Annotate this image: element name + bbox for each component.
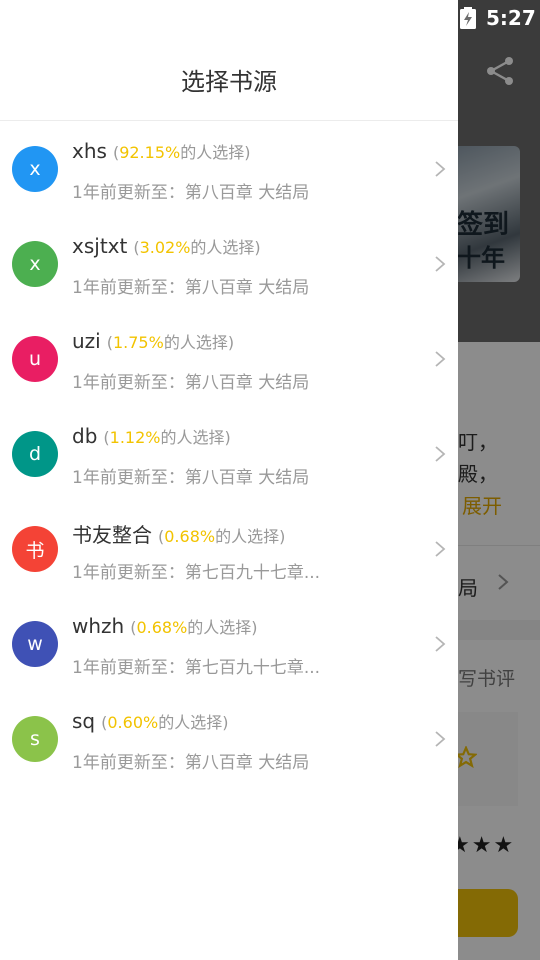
source-name: sq xyxy=(72,709,96,733)
source-selection-rate: (1.12%的人选择) xyxy=(103,428,230,447)
chevron-right-icon xyxy=(435,636,446,652)
source-select-drawer: 选择书源 x xhs (92.15%的人选择) 1年前更新至：第八百章 大结局 x xsj… xyxy=(0,0,458,960)
source-percent: 92.15% xyxy=(119,143,181,162)
source-name: db xyxy=(72,424,98,448)
source-percent-suffix: 的人选择) xyxy=(163,333,235,352)
chevron-right-icon xyxy=(435,731,446,747)
source-percent: 3.02% xyxy=(139,238,191,257)
source-item[interactable]: u uzi (1.75%的人选择) 1年前更新至：第八百章 大结局 xyxy=(0,311,458,406)
source-avatar: 书 xyxy=(12,526,58,572)
source-name: xsjtxt xyxy=(72,234,128,258)
source-selection-rate: (1.75%的人选择) xyxy=(107,333,234,352)
source-selection-rate: (92.15%的人选择) xyxy=(113,143,251,162)
source-item[interactable]: d db (1.12%的人选择) 1年前更新至：第八百章 大结局 xyxy=(0,406,458,501)
source-percent: 0.68% xyxy=(164,527,216,546)
source-update-info: 1年前更新至：第八百章 大结局 xyxy=(72,468,310,488)
source-name: whzh xyxy=(72,614,125,638)
source-percent-suffix: 的人选择) xyxy=(215,527,286,546)
source-item[interactable]: x xhs (92.15%的人选择) 1年前更新至：第八百章 大结局 xyxy=(0,121,458,216)
source-list: x xhs (92.15%的人选择) 1年前更新至：第八百章 大结局 x xsjtxt (3… xyxy=(0,121,458,786)
status-time: 5:27 xyxy=(486,6,536,30)
chevron-right-icon xyxy=(435,256,446,272)
source-avatar: w xyxy=(12,621,58,667)
source-percent-suffix: 的人选择) xyxy=(190,238,261,257)
chevron-right-icon xyxy=(435,541,446,557)
source-update-info: 1年前更新至：第八百章 大结局 xyxy=(72,278,310,298)
chevron-right-icon xyxy=(435,446,446,462)
source-name-line: 书友整合 (0.68%的人选择) xyxy=(72,519,285,548)
chevron-right-icon xyxy=(435,351,446,367)
source-update-info: 1年前更新至：第七百九十七章... xyxy=(72,563,321,583)
source-name-line: xsjtxt (3.02%的人选择) xyxy=(72,234,261,258)
source-selection-rate: (3.02%的人选择) xyxy=(133,238,260,257)
source-name-line: sq (0.60%的人选择) xyxy=(72,709,228,733)
source-name: 书友整合 xyxy=(72,523,152,547)
source-item[interactable]: 书书友整合 (0.68%的人选择) 1年前更新至：第七百九十七章... xyxy=(0,501,458,596)
source-percent: 0.60% xyxy=(107,713,159,732)
source-item[interactable]: x xsjtxt (3.02%的人选择) 1年前更新至：第八百章 大结局 xyxy=(0,216,458,311)
source-item[interactable]: w whzh (0.68%的人选择) 1年前更新至：第七百九十七章... xyxy=(0,596,458,691)
source-item[interactable]: s sq (0.60%的人选择) 1年前更新至：第八百章 大结局 xyxy=(0,691,458,786)
source-name-line: db (1.12%的人选择) xyxy=(72,424,231,448)
chevron-right-icon xyxy=(435,161,446,177)
source-name-line: uzi (1.75%的人选择) xyxy=(72,329,234,353)
source-name-line: whzh (0.68%的人选择) xyxy=(72,614,258,638)
source-avatar: s xyxy=(12,716,58,762)
source-update-info: 1年前更新至：第七百九十七章... xyxy=(72,658,321,678)
source-update-info: 1年前更新至：第八百章 大结局 xyxy=(72,183,310,203)
source-name: uzi xyxy=(72,329,101,353)
source-avatar: x xyxy=(12,146,58,192)
source-avatar: x xyxy=(12,241,58,287)
source-update-info: 1年前更新至：第八百章 大结局 xyxy=(72,373,310,393)
source-percent-suffix: 的人选择) xyxy=(180,143,251,162)
source-avatar: u xyxy=(12,336,58,382)
source-name: xhs xyxy=(72,139,107,163)
source-avatar: d xyxy=(12,431,58,477)
source-percent-suffix: 的人选择) xyxy=(187,618,258,637)
source-percent: 0.68% xyxy=(136,618,188,637)
source-name-line: xhs (92.15%的人选择) xyxy=(72,139,250,163)
source-selection-rate: (0.68%的人选择) xyxy=(158,527,285,546)
battery-charging-icon xyxy=(460,7,476,29)
drawer-title: 选择书源 xyxy=(181,68,277,96)
source-percent-suffix: 的人选择) xyxy=(160,428,231,447)
source-percent: 1.12% xyxy=(109,428,161,447)
source-update-info: 1年前更新至：第八百章 大结局 xyxy=(72,753,310,773)
source-percent: 1.75% xyxy=(112,333,164,352)
source-selection-rate: (0.60%的人选择) xyxy=(101,713,228,732)
source-selection-rate: (0.68%的人选择) xyxy=(130,618,257,637)
source-percent-suffix: 的人选择) xyxy=(158,713,229,732)
